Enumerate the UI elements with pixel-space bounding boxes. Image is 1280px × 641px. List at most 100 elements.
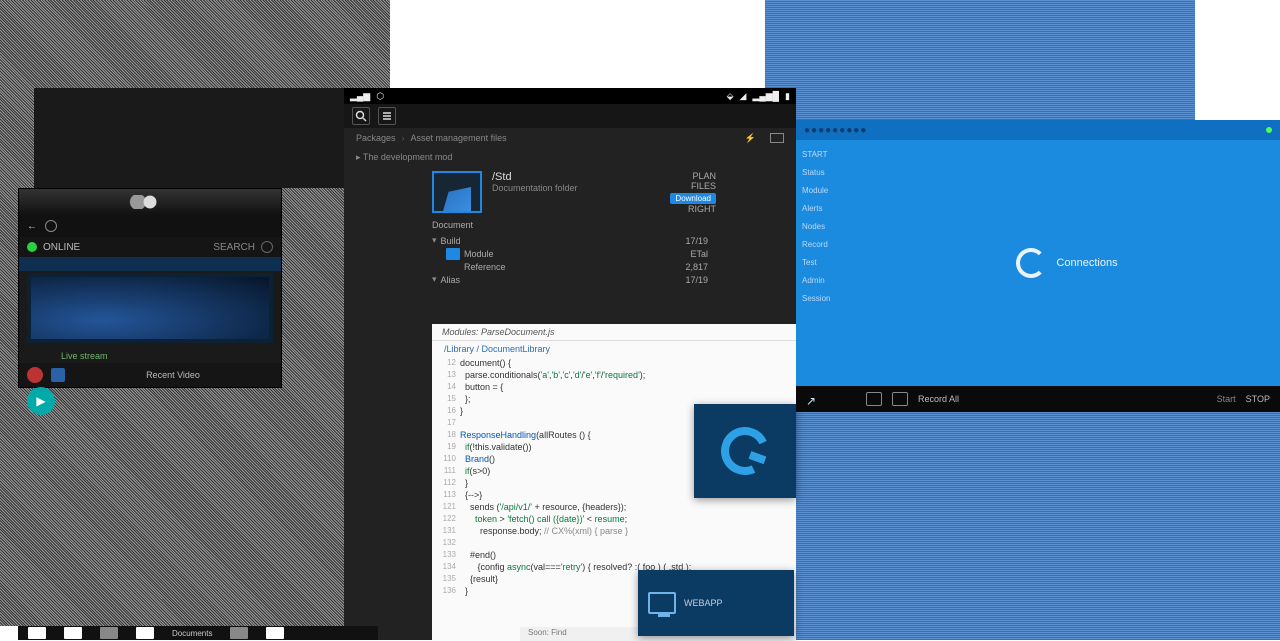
file-tree: ▾ Build 17/19 Module ETal Reference 2,817 ▾A… — [344, 232, 796, 288]
video-thumbnail[interactable] — [27, 273, 273, 343]
tree-meta: 17/19 — [685, 236, 708, 246]
status-row[interactable]: ONLINE SEARCH — [19, 237, 281, 257]
dashboard-window: ●●●●●●●●● START Status Module Alerts Nodes Re… — [796, 120, 1280, 412]
thumb-caption: Live stream — [19, 345, 281, 363]
package-icon — [432, 171, 482, 213]
breadcrumb-root[interactable]: Packages — [356, 133, 396, 143]
tree-label: Module — [464, 249, 494, 259]
bg-texture-blue-top — [765, 0, 1195, 120]
media-window: ← ONLINE SEARCH ▶ Live stream Recent Vid… — [18, 188, 282, 388]
play-button-icon[interactable]: ▶ — [27, 387, 55, 415]
app-badge-icon — [51, 368, 65, 382]
install-button[interactable]: Download — [670, 193, 716, 204]
taskbar-item[interactable] — [230, 627, 248, 639]
back-icon[interactable]: ← — [25, 219, 39, 233]
caret-icon: ▾ — [432, 235, 437, 246]
package-stats: PLAN FILES Download RIGHT — [670, 171, 716, 214]
signal-icon: ▂▄▆ — [350, 91, 370, 102]
tree-node[interactable]: ▾ Build 17/19 — [432, 234, 708, 247]
panel-left-dark — [34, 88, 344, 188]
ide-toolbar — [344, 104, 796, 128]
package-title: /Std — [492, 171, 660, 183]
brand-mini-card[interactable]: WEBAPP — [638, 570, 794, 636]
monitor-icon — [648, 592, 676, 614]
sidebar-item[interactable]: Module — [802, 186, 848, 195]
mobile-statusbar: ▂▄▆ ⬡ ⬙ ◢ ▂▄▆█ ▮ — [344, 88, 796, 104]
tree-meta: 2,817 — [685, 262, 708, 272]
loading-ring-icon — [1016, 248, 1046, 278]
dashboard-footer: Record All Start STOP — [796, 386, 1280, 412]
bolt-icon[interactable]: ⚡ — [745, 133, 756, 144]
media-toolbar: ← — [19, 215, 281, 237]
taskbar-label[interactable]: Documents — [172, 629, 212, 638]
editor-path: /Library / DocumentLibrary — [432, 341, 796, 357]
camera-icon[interactable] — [866, 392, 882, 406]
screen-icon[interactable] — [892, 392, 908, 406]
status-label: ONLINE — [43, 242, 207, 253]
sidebar-item[interactable]: Alerts — [802, 204, 848, 213]
link-icon[interactable]: ↗ — [806, 394, 816, 408]
package-hero: /Std Documentation folder PLAN FILES Dow… — [344, 167, 796, 218]
breadcrumb-path[interactable]: Asset management files — [411, 133, 507, 143]
search-label: SEARCH — [213, 242, 255, 253]
dashboard-titlebar[interactable]: ●●●●●●●●● — [796, 120, 1280, 140]
sidebar-item[interactable]: Record — [802, 240, 848, 249]
chevron-right-icon: › — [402, 133, 405, 143]
sidebar-item[interactable]: START — [802, 150, 848, 159]
options-icon[interactable] — [261, 241, 273, 253]
wifi-icon: ⬙ — [727, 91, 734, 102]
net-icon: ⬡ — [376, 91, 384, 102]
caret-icon: ▾ — [432, 274, 437, 285]
tree-node[interactable]: Reference 2,817 — [432, 261, 708, 273]
stat-right: RIGHT — [670, 204, 716, 214]
brand-mini-label: WEBAPP — [684, 598, 723, 608]
media-bottom-row: Recent Video — [19, 363, 281, 387]
status-dot-icon — [27, 242, 37, 252]
ide-window: ▂▄▆ ⬡ ⬙ ◢ ▂▄▆█ ▮ Packages › Asset manage… — [344, 88, 796, 640]
package-subheader: Document — [344, 218, 796, 232]
stat-files: FILES — [670, 181, 716, 191]
package-subtitle: Documentation folder — [492, 183, 660, 193]
taskbar-item[interactable] — [28, 627, 46, 639]
taskbar-item[interactable] — [266, 627, 284, 639]
taskbar[interactable]: Documents — [18, 626, 378, 640]
tree-node[interactable]: ▾Alias17/19 — [432, 273, 708, 286]
taskbar-item[interactable] — [64, 627, 82, 639]
search-icon[interactable] — [352, 107, 370, 125]
tree-meta: ETal — [690, 249, 708, 259]
window-icon[interactable] — [770, 133, 784, 143]
tree-node[interactable]: Module ETal — [432, 247, 708, 261]
dashboard-sidebar: START Status Module Alerts Nodes Record Test Ad… — [796, 140, 854, 386]
bottom-label[interactable]: Recent Video — [73, 370, 273, 380]
taskbar-item[interactable] — [100, 627, 118, 639]
sidebar-item[interactable]: Admin — [802, 276, 848, 285]
menu-icon[interactable] — [378, 107, 396, 125]
tree-label: Build — [441, 236, 461, 246]
section-label[interactable]: ▸ The development mod — [344, 148, 796, 167]
tree-label: Reference — [464, 262, 506, 272]
search-row[interactable] — [19, 257, 281, 271]
media-titlebar[interactable] — [19, 189, 281, 215]
stat-plan: PLAN — [670, 171, 716, 181]
taskbar-item[interactable] — [136, 627, 154, 639]
sidebar-item[interactable]: Nodes — [802, 222, 848, 231]
sidebar-item[interactable]: Test — [802, 258, 848, 267]
home-icon[interactable] — [45, 220, 57, 232]
status-led-icon — [1266, 127, 1272, 133]
brand-g-icon — [714, 420, 776, 482]
breadcrumb: Packages › Asset management files ⚡ — [344, 128, 796, 148]
dashboard-center-label: Connections — [1056, 257, 1117, 269]
editor-tab[interactable]: Modules: ParseDocument.js — [432, 324, 796, 341]
footer-start[interactable]: Start — [1217, 394, 1236, 404]
footer-label[interactable]: Record All — [918, 394, 959, 404]
sidebar-item[interactable]: Session — [802, 294, 848, 303]
battery-icon: ▮ — [785, 91, 790, 102]
cell-icon: ◢ — [740, 91, 747, 102]
sidebar-item[interactable]: Status — [802, 168, 848, 177]
wave-logo-icon — [120, 195, 180, 209]
signal-bars-icon: ▂▄▆█ — [752, 91, 779, 102]
title-dots: ●●●●●●●●● — [804, 125, 867, 136]
dashboard-main: Connections — [854, 140, 1280, 386]
footer-stop[interactable]: STOP — [1246, 394, 1270, 404]
brand-logo-card[interactable] — [694, 404, 796, 498]
